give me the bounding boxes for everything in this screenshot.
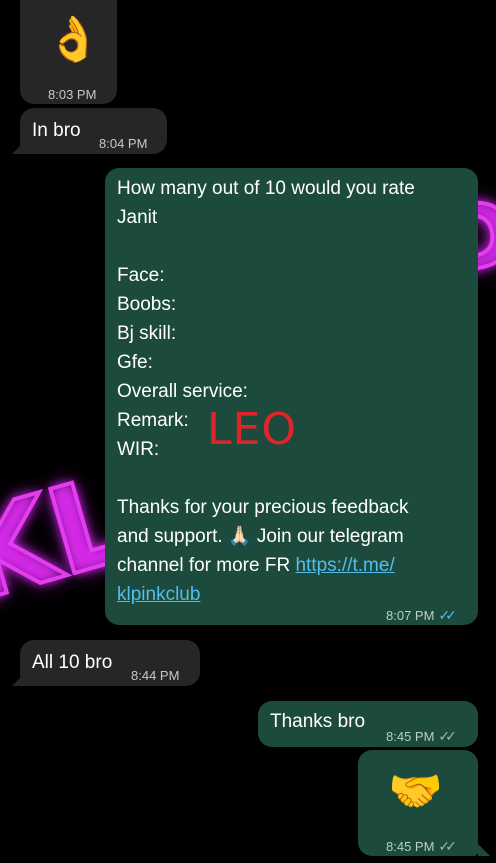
ok-hand-emoji: 👌: [46, 15, 101, 64]
double-check-icon: ✓✓: [438, 838, 457, 854]
bubble-tail: [12, 674, 24, 686]
message-bubble-outgoing[interactable]: How many out of 10 would you rate Janit …: [105, 168, 478, 625]
message-time: 8:07 PM ✓✓: [386, 601, 457, 630]
time-label: 8:45 PM: [386, 839, 435, 854]
bubble-tail: [12, 142, 24, 154]
handwritten-remark: LEO: [207, 404, 297, 455]
message-text: All 10 bro: [32, 652, 113, 673]
message-bubble-outgoing[interactable]: 🤝 8:45 PM ✓✓: [358, 750, 478, 856]
bubble-tail: [478, 844, 490, 856]
time-label: 8:07 PM: [386, 608, 435, 623]
message-bubble-incoming[interactable]: 👌 8:03 PM: [20, 0, 117, 104]
message-time: 8:03 PM: [48, 87, 97, 102]
double-check-icon: ✓✓: [438, 728, 457, 744]
message-text: How many out of 10 would you rate Janit …: [117, 174, 467, 609]
message-text: Thanks bro: [270, 711, 366, 732]
message-time: 8:44 PM: [131, 668, 180, 683]
message-bubble-incoming[interactable]: In bro 8:04 PM: [20, 108, 167, 154]
message-text: In bro: [32, 120, 81, 141]
handshake-emoji: 🤝: [388, 767, 443, 816]
message-bubble-incoming[interactable]: All 10 bro 8:44 PM: [20, 640, 200, 686]
message-time: 8:45 PM ✓✓: [386, 722, 457, 751]
message-bubble-outgoing[interactable]: Thanks bro 8:45 PM ✓✓: [258, 701, 478, 747]
message-time: 8:04 PM: [99, 136, 148, 151]
time-label: 8:45 PM: [386, 729, 435, 744]
message-time: 8:45 PM ✓✓: [386, 832, 457, 861]
double-check-icon: ✓✓: [438, 607, 457, 623]
feedback-form-text: How many out of 10 would you rate Janit …: [117, 178, 415, 576]
